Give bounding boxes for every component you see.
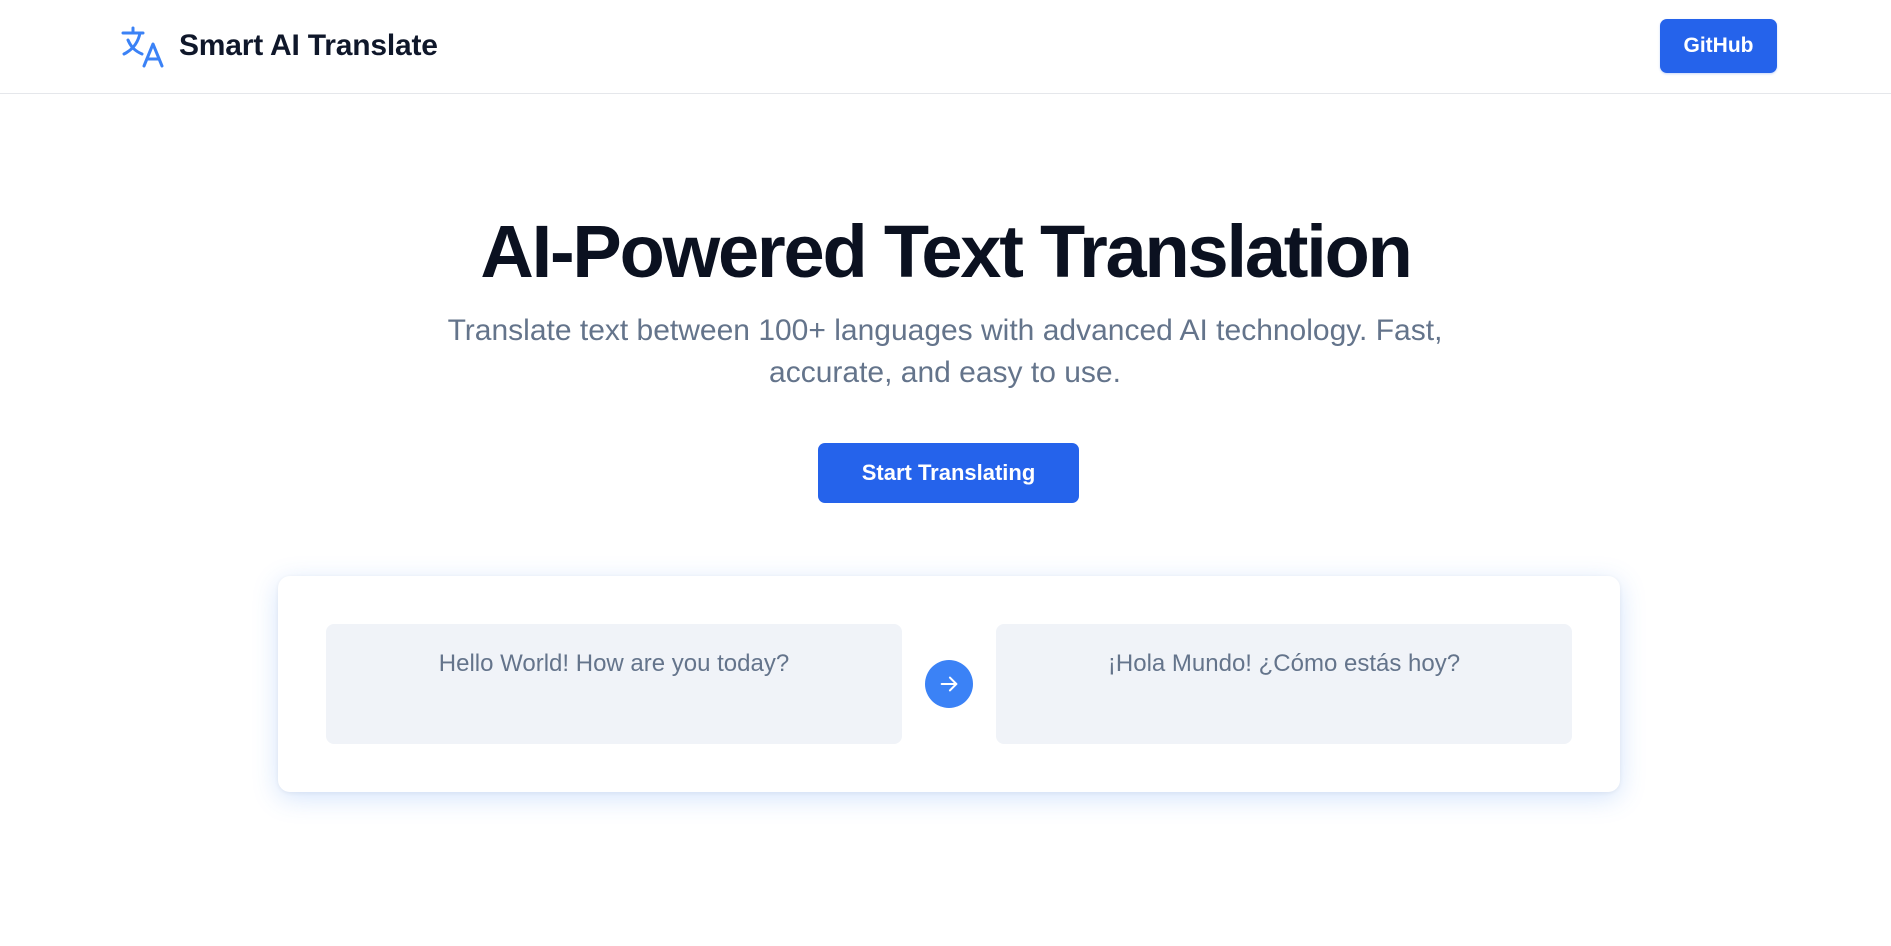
- translate-icon: [121, 26, 164, 68]
- target-text-box[interactable]: ¡Hola Mundo! ¿Cómo estás hoy?: [996, 624, 1572, 744]
- top-nav: Smart AI Translate GitHub: [0, 0, 1891, 94]
- translation-demo-card: Hello World! How are you today? ¡Hola Mu…: [278, 576, 1620, 792]
- brand-link[interactable]: Smart AI Translate: [121, 24, 438, 68]
- landing-page: Smart AI Translate GitHub AI-Powered Tex…: [0, 0, 1891, 946]
- hero-title: AI-Powered Text Translation: [480, 210, 1412, 293]
- github-button[interactable]: GitHub: [1660, 19, 1777, 73]
- hero-subtitle: Translate text between 100+ languages wi…: [447, 314, 1443, 389]
- arrow-right-icon: [940, 676, 958, 692]
- start-translating-button[interactable]: Start Translating: [818, 443, 1079, 503]
- source-text-box[interactable]: Hello World! How are you today?: [326, 624, 902, 744]
- translate-arrow-button[interactable]: [925, 660, 973, 708]
- brand-name: Smart AI Translate: [179, 29, 438, 62]
